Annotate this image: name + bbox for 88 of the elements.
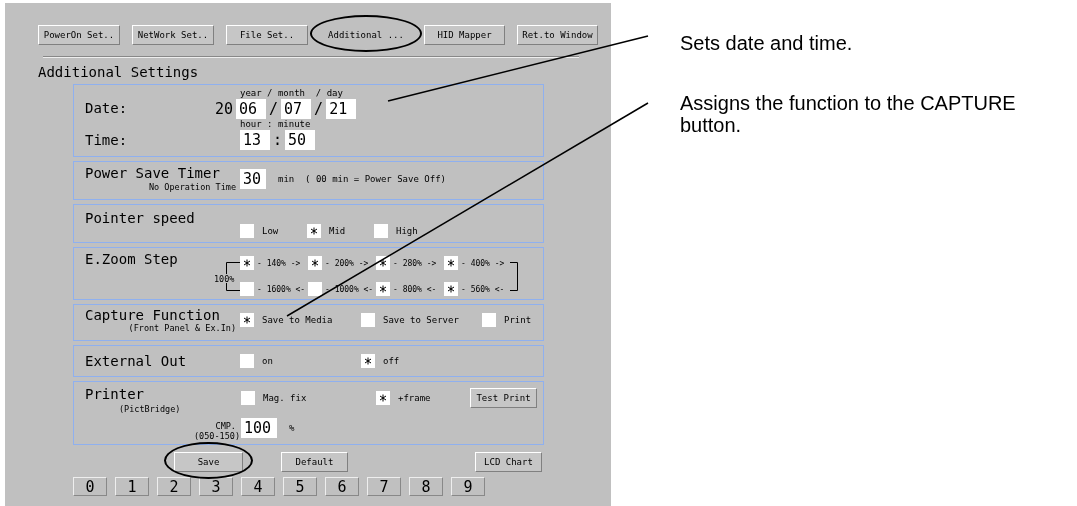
digit-key[interactable]: 8 bbox=[409, 477, 443, 496]
option-label: - 200% -> bbox=[325, 258, 369, 268]
option-label: Mid bbox=[329, 226, 346, 236]
asterisk-checkbox[interactable] bbox=[376, 391, 390, 405]
field-label: External Out bbox=[85, 353, 188, 369]
input-field[interactable]: 07 bbox=[281, 99, 312, 119]
input-field[interactable]: 06 bbox=[236, 99, 267, 119]
digit-key[interactable]: 5 bbox=[283, 477, 317, 496]
caption-text: hour : minute bbox=[240, 119, 311, 129]
asterisk-checkbox[interactable] bbox=[308, 256, 322, 270]
separator-text: / bbox=[269, 100, 279, 118]
callout-text: Sets date and time. bbox=[680, 32, 854, 54]
field-label: E.Zoom Step bbox=[85, 251, 179, 267]
separator-text: / bbox=[314, 100, 324, 118]
checkbox[interactable] bbox=[308, 282, 322, 296]
input-field[interactable]: 13 bbox=[240, 130, 270, 150]
option-label: - 280% -> bbox=[393, 258, 437, 268]
asterisk-checkbox[interactable] bbox=[240, 313, 254, 327]
option-label: - 560% <- bbox=[461, 284, 505, 294]
option-label: Low bbox=[262, 226, 279, 236]
option-label: off bbox=[383, 356, 400, 366]
nav-button[interactable]: NetWork Set.. bbox=[132, 25, 214, 45]
asterisk-checkbox[interactable] bbox=[307, 224, 321, 238]
field-label: Time: bbox=[85, 132, 129, 148]
zoom-start-label: 100% bbox=[214, 274, 235, 284]
input-field[interactable]: 30 bbox=[240, 169, 266, 189]
hint-text: min ( 00 min = Power Save Off) bbox=[278, 174, 446, 184]
nav-button[interactable]: HID Mapper bbox=[424, 25, 505, 45]
option-label: - 1600% <- bbox=[257, 284, 306, 294]
checkbox[interactable] bbox=[240, 224, 254, 238]
asterisk-checkbox[interactable] bbox=[444, 282, 458, 296]
input-field[interactable]: 21 bbox=[326, 99, 357, 119]
field-label: Pointer speed bbox=[85, 210, 196, 226]
option-label: Save to Server bbox=[383, 315, 459, 325]
digit-key[interactable]: 2 bbox=[157, 477, 191, 496]
option-label: High bbox=[396, 226, 418, 236]
field-label: CMP. bbox=[215, 421, 237, 431]
field-label: Power Save Timer bbox=[85, 166, 221, 180]
digit-key[interactable]: 9 bbox=[451, 477, 485, 496]
action-button[interactable]: LCD Chart bbox=[475, 452, 542, 472]
checkbox[interactable] bbox=[241, 391, 255, 405]
checkbox[interactable] bbox=[482, 313, 496, 327]
nav-button[interactable]: PowerOn Set.. bbox=[38, 25, 120, 45]
option-label: Mag. fix bbox=[263, 393, 307, 403]
option-label: - 800% <- bbox=[393, 284, 437, 294]
field-sublabel: (PictBridge) bbox=[118, 403, 182, 416]
test-print-button[interactable]: Test Print bbox=[470, 388, 537, 408]
digit-key[interactable]: 0 bbox=[73, 477, 107, 496]
nav-button[interactable]: File Set.. bbox=[226, 25, 308, 45]
connector-line bbox=[510, 262, 518, 291]
asterisk-checkbox[interactable] bbox=[361, 354, 375, 368]
field-label: Printer bbox=[85, 387, 145, 401]
action-button[interactable]: Save bbox=[174, 452, 243, 472]
field-sublabel: No Operation Time bbox=[149, 181, 237, 194]
option-label: Print bbox=[504, 315, 532, 325]
range-text: (050-150) bbox=[193, 431, 240, 441]
asterisk-checkbox[interactable] bbox=[376, 282, 390, 296]
input-field[interactable]: 100 bbox=[241, 418, 277, 438]
option-label: - 1000% <- bbox=[325, 284, 374, 294]
option-label: +frame bbox=[398, 393, 431, 403]
digit-key[interactable]: 1 bbox=[115, 477, 149, 496]
separator-text: : bbox=[273, 131, 283, 149]
century-text: 20 bbox=[215, 100, 234, 118]
option-label: - 140% -> bbox=[257, 258, 301, 268]
checkbox[interactable] bbox=[361, 313, 375, 327]
digit-key[interactable]: 6 bbox=[325, 477, 359, 496]
nav-button[interactable]: Additional ... bbox=[320, 25, 412, 45]
digit-key[interactable]: 3 bbox=[199, 477, 233, 496]
digit-key[interactable]: 4 bbox=[241, 477, 275, 496]
section-title: Additional Settings bbox=[38, 64, 199, 80]
option-label: - 400% -> bbox=[461, 258, 505, 268]
field-sublabel: (Front Panel & Ex.In) bbox=[128, 323, 237, 335]
checkbox[interactable] bbox=[240, 282, 254, 296]
field-label: Date: bbox=[85, 100, 129, 116]
field-label: Capture Function bbox=[85, 309, 221, 322]
option-label: Save to Media bbox=[262, 315, 333, 325]
asterisk-checkbox[interactable] bbox=[240, 256, 254, 270]
checkbox[interactable] bbox=[374, 224, 388, 238]
callout-text: Assigns the function to the CAPTURE button. bbox=[680, 92, 1017, 136]
input-field[interactable]: 50 bbox=[285, 130, 316, 150]
action-button[interactable]: Default bbox=[281, 452, 348, 472]
asterisk-checkbox[interactable] bbox=[444, 256, 458, 270]
option-label: on bbox=[262, 356, 273, 366]
digit-key[interactable]: 7 bbox=[367, 477, 401, 496]
nav-button[interactable]: Ret.to Window bbox=[517, 25, 598, 45]
checkbox[interactable] bbox=[240, 354, 254, 368]
caption-text: year / month / day bbox=[240, 88, 343, 98]
unit-text: % bbox=[289, 423, 295, 433]
